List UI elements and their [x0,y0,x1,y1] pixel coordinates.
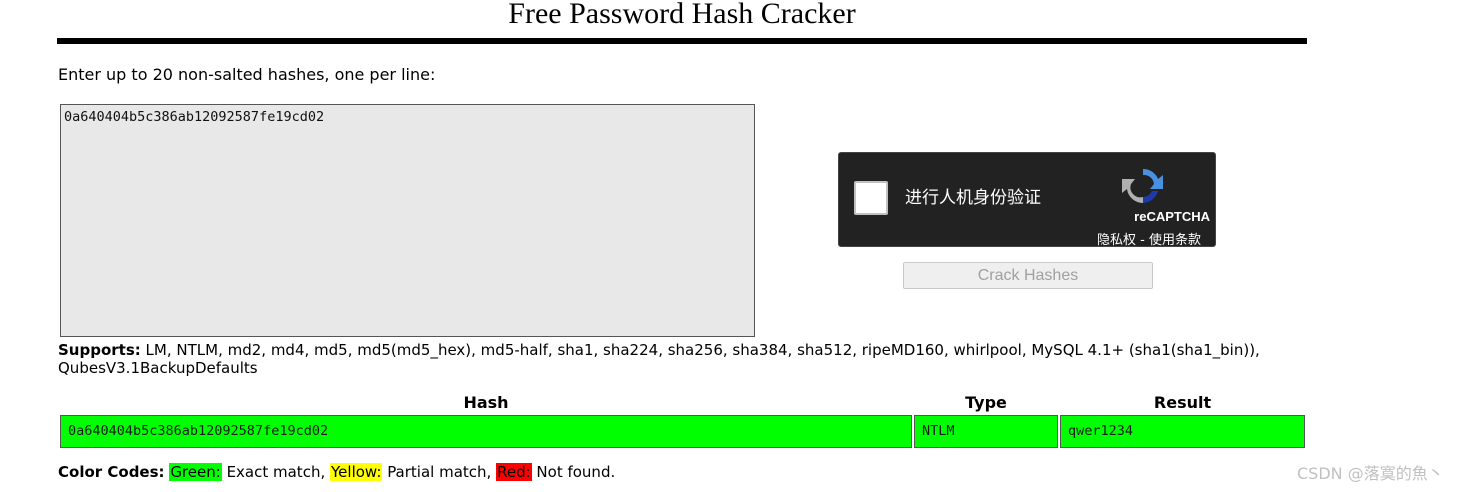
recaptcha-logo-icon [1122,168,1163,204]
type-cell: NTLM [914,415,1058,448]
captcha-links: 隐私权 - 使用条款 [1097,229,1201,248]
type-column-header: Type [965,393,1007,412]
supports-label: Supports: [58,341,141,359]
hash-input[interactable]: 0a640404b5c386ab12092587fe19cd02 [60,104,755,337]
captcha-brand: reCAPTCHA [1134,209,1210,224]
captcha-checkbox[interactable] [854,181,888,215]
crack-hashes-button[interactable]: Crack Hashes [903,262,1153,289]
captcha-label: 进行人机身份验证 [905,188,1041,208]
green-swatch: Green: [169,463,222,481]
red-swatch: Red: [496,463,532,481]
instructions-text: Enter up to 20 non-salted hashes, one pe… [58,65,436,84]
green-description: Exact match, [221,463,326,481]
color-codes-legend: Color Codes: Green: Exact match, Yellow:… [58,462,615,482]
yellow-description: Partial match, [382,463,492,481]
privacy-link[interactable]: 隐私权 [1097,233,1136,248]
terms-link[interactable]: 使用条款 [1149,233,1201,248]
hash-column-header: Hash [463,393,509,412]
supports-list: LM, NTLM, md2, md4, md5, md5(md5_hex), m… [58,341,1260,377]
hash-cell: 0a640404b5c386ab12092587fe19cd02 [60,415,912,448]
result-column-header: Result [1153,393,1212,412]
red-description: Not found. [531,463,616,481]
yellow-swatch: Yellow: [330,463,383,481]
recaptcha-widget: 进行人机身份验证 reCAPTCHA 隐私权 - 使用条款 [838,152,1216,248]
color-codes-label: Color Codes: [58,463,165,481]
csdn-watermark: CSDN @落寞的魚丶 [1297,464,1444,483]
page-title: Free Password Hash Cracker [508,0,856,30]
links-separator: - [1136,233,1149,248]
supports-text: Supports: LM, NTLM, md2, md4, md5, md5(m… [58,341,1318,377]
result-cell: qwer1234 [1060,415,1305,448]
title-divider [57,38,1307,44]
